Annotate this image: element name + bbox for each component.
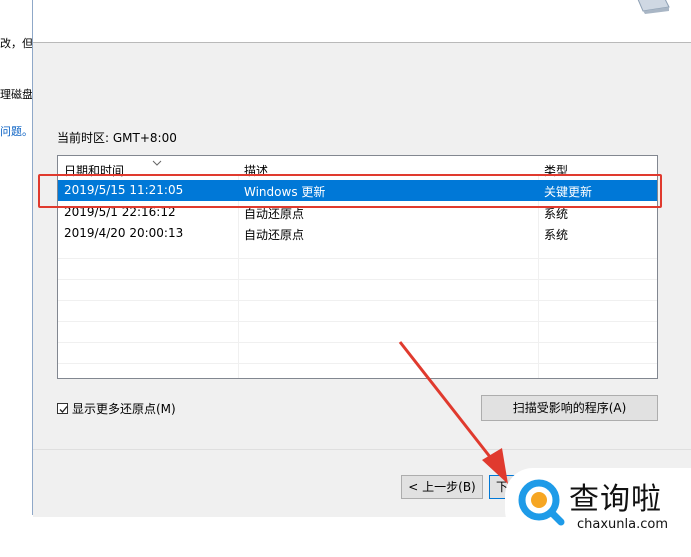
show-more-restore-points[interactable]: 显示更多还原点(M)	[57, 400, 176, 417]
sort-chevron-icon	[152, 160, 162, 166]
background-text-2: 理磁盘	[0, 88, 33, 101]
watermark-brand: 查询啦	[569, 482, 662, 517]
table-row[interactable]: 2019/4/20 20:00:13 自动还原点 系统	[58, 223, 657, 244]
system-restore-dialog: 当前时区: GMT+8:00 日期和时间 描述 类型 2019/5/15 11:…	[32, 0, 691, 517]
annotation-arrow-icon	[398, 341, 508, 484]
grid-line	[58, 363, 657, 364]
search-logo-icon	[518, 479, 565, 526]
timezone-label: 当前时区: GMT+8:00	[57, 131, 177, 145]
grid-line	[58, 342, 657, 343]
show-more-checkbox[interactable]	[57, 403, 68, 414]
watermark: 查询啦 chaxunla.com	[505, 468, 691, 538]
grid-line	[58, 279, 657, 280]
grid-line	[58, 321, 657, 322]
grid-line	[58, 258, 657, 259]
watermark-url: chaxunla.com	[577, 517, 668, 532]
checkmark-icon	[59, 406, 68, 413]
system-restore-icon	[637, 0, 670, 14]
background-text-1: 改，但	[0, 37, 33, 50]
dialog-body: 当前时区: GMT+8:00 日期和时间 描述 类型 2019/5/15 11:…	[33, 43, 691, 449]
cell-description: 自动还原点	[244, 228, 305, 242]
grid-line	[58, 300, 657, 301]
cell-type: 系统	[544, 228, 569, 242]
annotation-highlight-box	[38, 174, 662, 208]
background-link-text[interactable]: 问题。	[0, 123, 33, 139]
show-more-label: 显示更多还原点(M)	[72, 402, 176, 416]
dialog-header	[33, 0, 691, 43]
list-header: 日期和时间 描述 类型	[58, 156, 657, 178]
cell-datetime: 2019/4/20 20:00:13	[64, 226, 184, 240]
